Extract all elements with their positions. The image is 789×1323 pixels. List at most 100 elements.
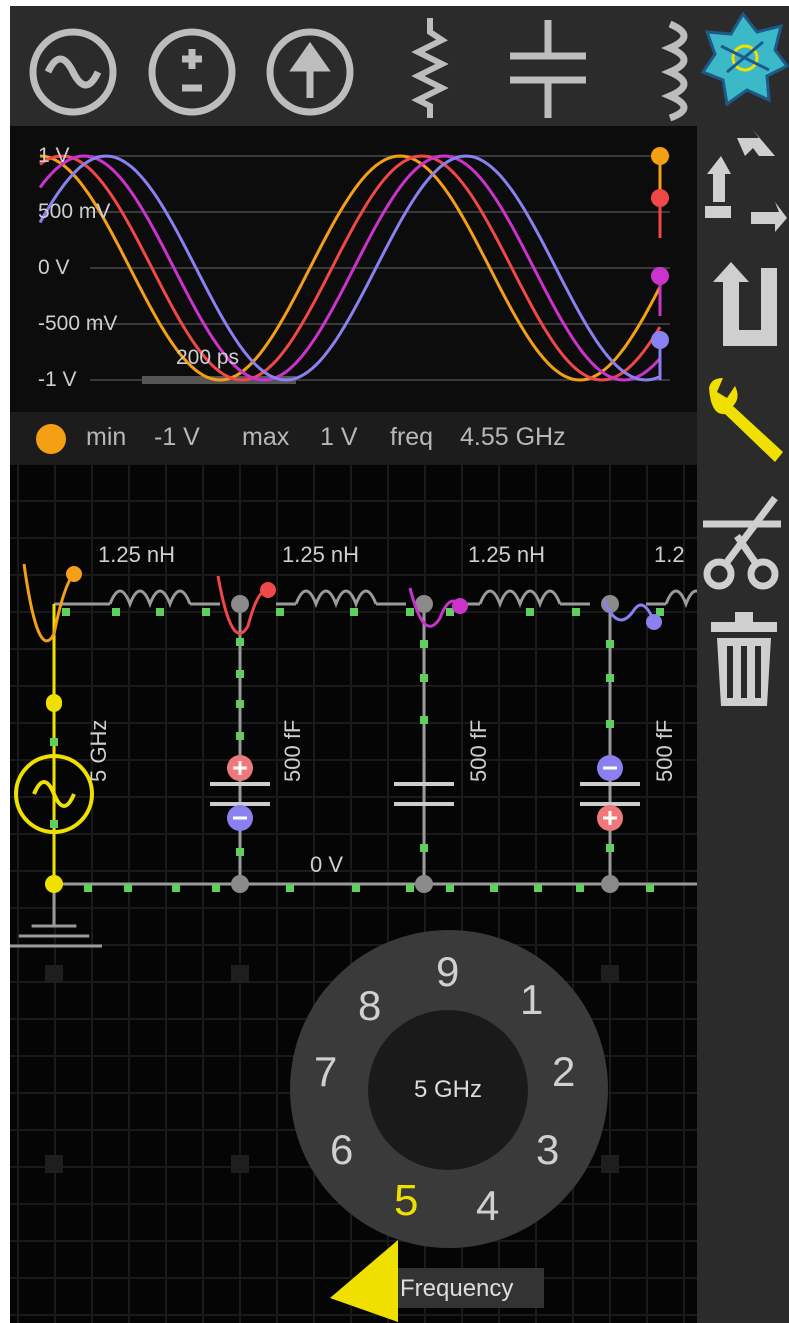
- node-marker: [606, 640, 614, 648]
- empty-slot: [45, 1155, 63, 1173]
- trace-marker[interactable]: [651, 331, 669, 349]
- terminal[interactable]: [46, 694, 62, 710]
- node-marker: [534, 884, 542, 892]
- freq-value: 4.55 GHz: [460, 423, 566, 451]
- wrench-icon[interactable]: [709, 378, 783, 462]
- empty-slot: [601, 965, 619, 983]
- inductor-icon[interactable]: [661, 20, 688, 122]
- node-marker: [526, 608, 534, 616]
- node-marker: [236, 848, 244, 856]
- source-frequency-label: 5 GHz: [86, 719, 111, 782]
- undo-icon[interactable]: [713, 262, 777, 346]
- capacitor-value-label: 500 fF: [280, 719, 305, 782]
- frequency-dial[interactable]: 5 GHz 9 1 2 3 4 5 6 7 8: [290, 930, 608, 1248]
- component-toolbar: [10, 6, 697, 126]
- inductor[interactable]: [478, 589, 562, 609]
- inductor-value-label: 1.25 nH: [468, 542, 546, 567]
- y-axis-label: 500 mV: [38, 200, 111, 223]
- oscilloscope-panel[interactable]: 1 V 500 mV 0 V -500 mV -1 V 200 ps: [10, 126, 697, 412]
- node-marker: [420, 844, 428, 852]
- rotate-icon[interactable]: [705, 130, 787, 232]
- empty-slot: [231, 965, 249, 983]
- dial-digit-5-selected[interactable]: 5: [394, 1176, 418, 1226]
- dial-center-value: 5 GHz: [413, 1076, 482, 1103]
- trace-marker[interactable]: [651, 189, 669, 207]
- node-marker: [606, 674, 614, 682]
- y-axis-label: 1 V: [38, 144, 70, 167]
- junction[interactable]: [231, 875, 249, 893]
- node-marker: [124, 884, 132, 892]
- node-marker: [172, 884, 180, 892]
- node-voltage-marker[interactable]: [260, 582, 276, 598]
- capacitor-value-label: 500 fF: [652, 719, 677, 782]
- junction[interactable]: [601, 875, 619, 893]
- y-axis-label: -1 V: [38, 368, 77, 391]
- node-marker: [286, 884, 294, 892]
- empty-slot: [45, 965, 63, 983]
- dial-digit-6[interactable]: 6: [330, 1126, 353, 1174]
- scope-info-bar: min -1 V max 1 V freq 4.55 GHz: [10, 412, 697, 464]
- dial-digit-4[interactable]: 4: [476, 1182, 499, 1230]
- node-marker: [350, 608, 358, 616]
- node-voltage-marker[interactable]: [66, 566, 82, 582]
- min-label: min: [86, 423, 127, 451]
- junction[interactable]: [415, 875, 433, 893]
- dial-digit-2[interactable]: 2: [552, 1048, 575, 1096]
- node-marker: [420, 674, 428, 682]
- y-axis-label: 0 V: [38, 256, 70, 279]
- freq-label: freq: [390, 423, 434, 451]
- inductor[interactable]: [294, 589, 378, 609]
- resistor-icon[interactable]: [411, 18, 449, 118]
- time-scale-label: 200 ps: [176, 346, 240, 369]
- dial-digit-3[interactable]: 3: [536, 1126, 559, 1174]
- node-marker: [156, 608, 164, 616]
- cut-icon[interactable]: [703, 495, 781, 590]
- capacitor-icon[interactable]: [510, 20, 586, 118]
- terminal[interactable]: [45, 875, 63, 893]
- junction[interactable]: [231, 595, 249, 613]
- dial-digit-7[interactable]: 7: [314, 1048, 337, 1096]
- node-marker: [646, 884, 654, 892]
- node-marker: [446, 884, 454, 892]
- node-marker: [84, 884, 92, 892]
- node-voltage-marker[interactable]: [452, 598, 468, 614]
- inductor-value-label: 1.25 nH: [282, 542, 360, 567]
- dial-digit-1[interactable]: 1: [520, 976, 543, 1024]
- app-logo-icon[interactable]: [700, 11, 789, 107]
- node-marker: [202, 608, 210, 616]
- node-marker: [406, 608, 414, 616]
- node-voltage-marker[interactable]: [646, 614, 662, 630]
- y-axis-label: -500 mV: [38, 312, 118, 335]
- max-value: 1 V: [320, 423, 358, 451]
- dc-voltage-source-icon[interactable]: [148, 28, 236, 116]
- node-marker: [50, 820, 58, 828]
- current-source-icon[interactable]: [266, 28, 354, 116]
- frequency-field-text: Frequency: [400, 1275, 514, 1302]
- ac-source-icon[interactable]: [29, 28, 117, 116]
- dial-digit-8[interactable]: 8: [358, 982, 381, 1030]
- node-marker: [606, 844, 614, 852]
- node-marker: [236, 732, 244, 740]
- node-marker: [212, 884, 220, 892]
- node-marker: [236, 700, 244, 708]
- action-toolbar: [697, 6, 789, 1323]
- trash-icon[interactable]: [711, 612, 777, 706]
- node-marker: [420, 716, 428, 724]
- inductor[interactable]: [664, 589, 697, 609]
- inductor-value-label: 1.2: [654, 542, 685, 567]
- trace-marker[interactable]: [651, 147, 669, 165]
- trace-color-dot[interactable]: [36, 424, 66, 454]
- node-marker: [572, 608, 580, 616]
- node-marker: [420, 640, 428, 648]
- pointer-arrow-icon[interactable]: [330, 1238, 410, 1323]
- node-marker: [606, 720, 614, 728]
- node-marker: [236, 638, 244, 646]
- inductor-value-label: 1.25 nH: [98, 542, 176, 567]
- min-value: -1 V: [154, 423, 200, 451]
- trace-marker[interactable]: [651, 267, 669, 285]
- inductor[interactable]: [108, 589, 192, 609]
- node-marker: [490, 884, 498, 892]
- dial-digit-9[interactable]: 9: [436, 948, 459, 996]
- node-marker: [112, 608, 120, 616]
- empty-slot: [601, 1155, 619, 1173]
